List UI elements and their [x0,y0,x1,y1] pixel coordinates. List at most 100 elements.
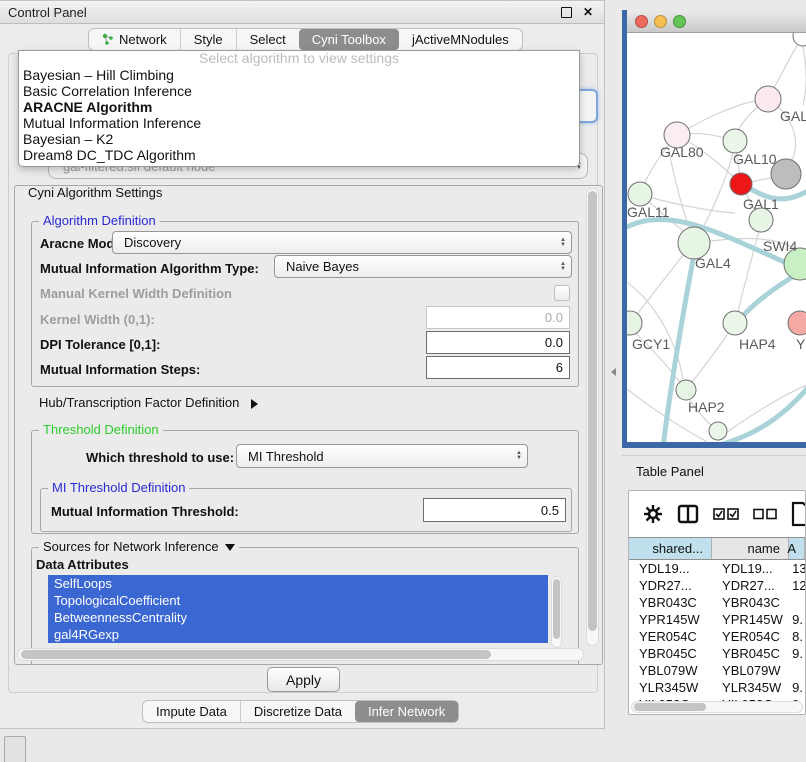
tab-impute-data[interactable]: Impute Data [143,701,240,722]
data-attributes-list[interactable]: SelfLoopsTopologicalCoefficientBetweenne… [48,575,548,650]
tab-style[interactable]: Style [180,29,236,50]
checked-boxes-icon[interactable] [713,507,739,521]
gear-icon[interactable] [643,504,663,524]
network-node-label: HAP2 [688,399,725,415]
network-node[interactable] [709,422,727,440]
table-column-header[interactable]: name [712,538,789,559]
expand-right-icon[interactable] [251,399,258,409]
network-node-y[interactable] [788,311,806,335]
table-cell: YDL19... [712,560,789,577]
network-node-gcy1[interactable] [627,311,642,335]
settings-horizontal-scrollbar[interactable] [17,648,584,661]
table-body[interactable]: YDL19...YDL19...13YDR27...YDR27...12YBR0… [629,560,805,701]
control-panel-titlebar[interactable]: Control Panel ✕ [0,1,604,24]
table-header-row[interactable]: shared...nameA [629,537,805,560]
network-edge[interactable] [630,253,685,323]
algorithm-popup-item[interactable]: Basic Correlation Inference [19,83,579,99]
table-cell: 9. [789,611,805,628]
table-row[interactable]: YBR043CYBR043C [629,594,805,611]
aracne-mode-combo[interactable]: Discovery ▲▼ [112,231,572,254]
table-column-header[interactable]: shared... [629,538,712,559]
network-graph[interactable]: GALGAL80GAL10GAL1GAL11SWI4GAL4GCY1HAP4YH… [627,33,806,442]
network-node-hap4[interactable] [723,311,747,335]
mi-type-combo[interactable]: Naive Bayes ▲▼ [274,255,572,278]
network-edge-thick[interactable] [739,273,799,321]
table-horizontal-scrollbar[interactable] [631,701,803,713]
tab-label: Cyni Toolbox [312,32,386,47]
tab-select[interactable]: Select [236,29,299,50]
kernel-width-field[interactable]: 0.0 [426,306,570,329]
minimize-traffic-light-icon[interactable] [654,15,667,28]
network-node[interactable] [771,159,801,189]
table-cell [789,662,805,679]
network-node-gal1[interactable] [730,173,752,195]
which-threshold-combo[interactable]: MI Threshold ▲▼ [236,444,528,468]
unchecked-boxes-icon[interactable] [753,508,777,520]
splitter-collapse-icon[interactable] [611,368,616,376]
network-node-gal[interactable] [755,86,781,112]
attributes-scrollbar[interactable] [551,576,562,648]
data-attribute-item[interactable]: BetweennessCentrality [48,609,548,626]
table-row[interactable]: YBR045CYBR045C9. [629,645,805,662]
table-cell: YBR043C [629,594,712,611]
close-icon[interactable]: ✕ [580,4,596,20]
algorithm-popup-item[interactable]: Bayesian – K2 [19,131,579,147]
float-window-icon[interactable] [558,4,574,20]
network-node-label: SWI4 [763,238,797,254]
algorithm-popup-item[interactable]: Dream8 DC_TDC Algorithm [19,147,579,163]
zoom-traffic-light-icon[interactable] [673,15,686,28]
algorithm-popup-item[interactable]: Bayesian – Hill Climbing [19,67,579,83]
tab-network[interactable]: Network [89,29,180,50]
dpi-tolerance-field[interactable]: 0.0 [426,331,570,354]
kernel-width-label: Kernel Width (0,1): [40,312,155,327]
tab-jactivemnodules[interactable]: jActiveMNodules [399,29,522,50]
document-icon[interactable] [791,501,806,527]
network-node-hap2[interactable] [676,380,696,400]
network-icon [102,33,114,46]
network-node[interactable] [793,33,806,46]
table-row[interactable]: YPR145WYPR145W9. [629,611,805,628]
table-row[interactable]: YBL079WYBL079W [629,662,805,679]
apply-button[interactable]: Apply [267,667,340,692]
tab-infer-network[interactable]: Infer Network [355,701,458,722]
network-window-titlebar[interactable] [627,10,806,33]
expand-down-icon[interactable] [225,544,235,551]
table-row[interactable]: YDR27...YDR27...12 [629,577,805,594]
tab-label: Network [119,32,167,47]
hub-expander[interactable]: Hub/Transcription Factor Definition [39,395,258,410]
table-cell: YPR145W [712,611,789,628]
algorithm-popup-item[interactable]: Mutual Information Inference [19,115,579,131]
settings-vertical-scrollbar[interactable] [586,188,599,646]
collapsed-panel-button[interactable] [4,736,26,762]
cyni-bottom-tabbar: Impute DataDiscretize DataInfer Network [142,700,459,723]
mit-field[interactable]: 0.5 [423,498,566,522]
manual-kernel-checkbox[interactable] [554,285,570,301]
combo-spinner-icon: ▲▼ [560,238,566,248]
split-columns-icon[interactable] [677,504,699,524]
mit-value: 0.5 [541,503,559,518]
data-attribute-item[interactable]: gal4RGexp [48,626,548,643]
dpi-tolerance-label: DPI Tolerance [0,1]: [40,337,160,352]
table-window: shared...nameA YDL19...YDL19...13YDR27..… [628,490,806,715]
table-row[interactable]: YER054CYER054C8. [629,628,805,645]
network-edge[interactable] [677,99,768,135]
network-node-gal11[interactable] [628,182,652,206]
network-node[interactable] [749,208,773,232]
close-traffic-light-icon[interactable] [635,15,648,28]
table-row[interactable]: YLR345WYLR345W9. [629,679,805,696]
algorithm-popup-item[interactable]: ARACNE Algorithm [19,99,579,115]
network-node-gal10[interactable] [723,129,747,153]
data-attribute-item[interactable]: TopologicalCoefficient [48,592,548,609]
data-attribute-item[interactable]: SelfLoops [48,575,548,592]
table-cell: YER054C [712,628,789,645]
tab-discretize-data[interactable]: Discretize Data [240,701,355,722]
tab-cyni-toolbox[interactable]: Cyni Toolbox [299,29,399,50]
mi-steps-field[interactable]: 6 [426,356,570,379]
control-panel-title: Control Panel [8,5,552,20]
table-column-header[interactable]: A [789,538,805,559]
table-cell: YBR045C [629,645,712,662]
network-canvas[interactable]: GALGAL80GAL10GAL1GAL11SWI4GAL4GCY1HAP4YH… [627,33,806,442]
table-cell [789,594,805,611]
table-row[interactable]: YDL19...YDL19...13 [629,560,805,577]
network-edge[interactable] [801,39,806,105]
